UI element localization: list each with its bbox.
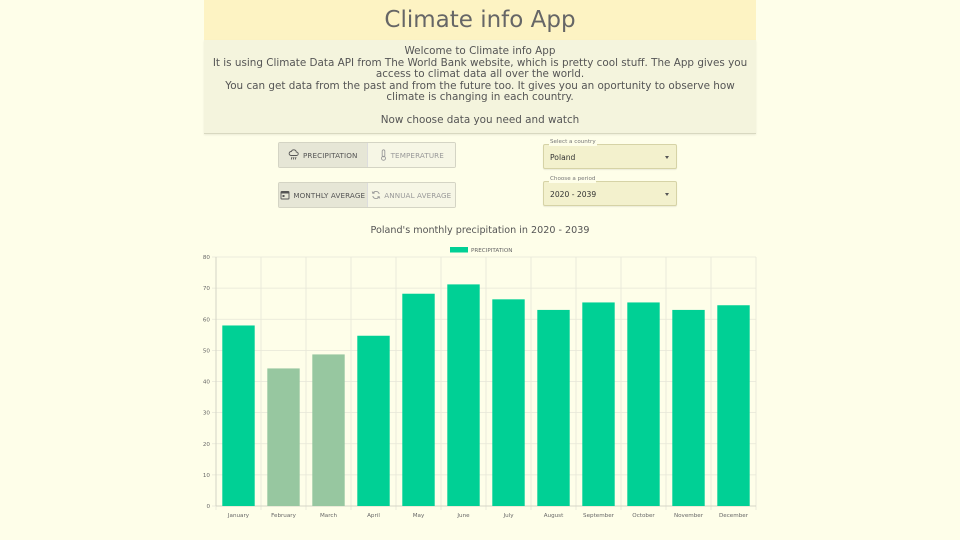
period-select[interactable]: Choose a period 2020 - 2039 xyxy=(543,176,677,206)
chart-title: Poland's monthly precipitation in 2020 -… xyxy=(370,225,590,236)
x-tick-label: March xyxy=(320,513,338,519)
x-tick-label: May xyxy=(413,513,425,519)
precipitation-bar-chart: 0 10 20 30 40 50 60 70 80 January February March Apr… xyxy=(203,247,757,519)
chevron-down-icon xyxy=(665,193,669,196)
x-tick-label: September xyxy=(583,513,615,519)
period-select-value: 2020 - 2039 xyxy=(550,190,597,199)
bar-august xyxy=(537,309,570,506)
refresh-icon xyxy=(371,190,381,200)
bar-december xyxy=(717,305,750,506)
bar-april xyxy=(357,335,390,506)
precipitation-label: PRECIPITATION xyxy=(303,150,358,160)
bar-november xyxy=(672,309,705,506)
y-tick-label: 50 xyxy=(203,348,211,354)
temperature-label: TEMPERATURE xyxy=(390,150,444,160)
bar-october xyxy=(627,302,660,506)
annual-average-button[interactable]: ANNUAL AVERAGE xyxy=(366,183,455,207)
rain-cloud-icon xyxy=(288,149,300,161)
welcome-cta: Now choose data you need and watch xyxy=(380,113,580,126)
bar-july xyxy=(492,299,525,506)
x-tick-label: December xyxy=(719,513,749,519)
country-select-value: Poland xyxy=(550,153,576,162)
x-tick-label: February xyxy=(271,513,296,519)
bar-may xyxy=(402,293,435,506)
y-tick-label: 40 xyxy=(203,380,211,386)
legend-label: PRECIPITATION xyxy=(471,248,512,254)
y-tick-label: 30 xyxy=(203,411,211,417)
monthly-average-label: MONTHLY AVERAGE xyxy=(293,190,366,200)
app-header: Climate info App xyxy=(204,0,756,40)
chevron-down-icon xyxy=(665,156,669,159)
y-tick-label: 60 xyxy=(203,317,211,323)
x-tick-label: November xyxy=(674,513,704,519)
x-tick-label: July xyxy=(502,513,514,519)
x-tick-label: June xyxy=(456,513,470,519)
annual-average-label: ANNUAL AVERAGE xyxy=(384,190,452,200)
bar-september xyxy=(582,302,615,506)
legend-swatch xyxy=(450,247,468,253)
y-tick-label: 20 xyxy=(203,442,211,448)
y-tick-label: 80 xyxy=(203,255,211,261)
country-select-label: Select a country xyxy=(549,139,597,146)
x-tick-label: April xyxy=(367,513,380,519)
thermometer-icon xyxy=(379,149,388,161)
y-tick-label: 70 xyxy=(203,286,211,292)
x-tick-label: January xyxy=(227,513,250,519)
bar-june xyxy=(447,284,480,506)
average-toggle: MONTHLY AVERAGE ANNUAL AVERAGE xyxy=(278,182,456,208)
y-tick-label: 0 xyxy=(206,504,210,510)
monthly-average-button[interactable]: MONTHLY AVERAGE xyxy=(279,183,367,207)
bar-february xyxy=(267,368,300,506)
data-type-toggle: PRECIPITATION TEMPERATURE xyxy=(278,142,456,168)
app-title: Climate info App xyxy=(384,7,576,33)
welcome-panel: Welcome to Climate info App It is using … xyxy=(204,40,756,134)
bar-march xyxy=(312,354,345,506)
period-select-label: Choose a period xyxy=(549,176,597,183)
bar-january xyxy=(222,325,255,506)
country-select[interactable]: Select a country Poland xyxy=(543,139,677,169)
x-tick-label: October xyxy=(632,513,655,519)
calendar-icon xyxy=(280,190,290,200)
welcome-line-1: Welcome to Climate info App xyxy=(404,45,556,57)
welcome-line-2: It is using Climate Data API from The Wo… xyxy=(212,56,748,81)
y-tick-label: 10 xyxy=(203,473,211,479)
welcome-line-3: You can get data from the past and from … xyxy=(225,79,735,104)
x-tick-label: August xyxy=(544,513,564,519)
precipitation-button[interactable]: PRECIPITATION xyxy=(279,143,367,167)
temperature-button[interactable]: TEMPERATURE xyxy=(366,143,455,167)
